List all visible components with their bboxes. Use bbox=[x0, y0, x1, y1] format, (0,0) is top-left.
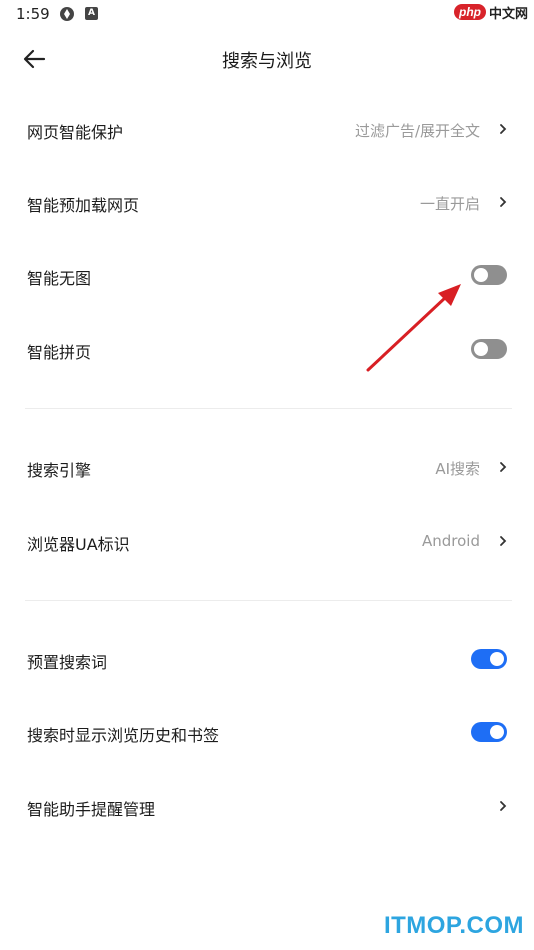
row-value: 一直开启 bbox=[419, 195, 480, 213]
row-label: 预置搜索词 bbox=[27, 653, 108, 672]
status-time: 1:59 bbox=[16, 5, 50, 23]
row-label: 智能预加载网页 bbox=[27, 196, 140, 215]
toggle-smart-page-merge[interactable] bbox=[471, 339, 507, 359]
chevron-right-icon bbox=[500, 801, 507, 811]
row-label: 搜索时显示浏览历史和书签 bbox=[27, 726, 220, 745]
toggle-knob bbox=[490, 652, 504, 666]
app-notification-icon: A bbox=[85, 7, 98, 20]
header: 搜索与浏览 bbox=[0, 34, 534, 84]
toggle-knob bbox=[490, 725, 504, 739]
row-web-smart-protection[interactable]: 网页智能保护 过滤广告/展开全文 bbox=[0, 105, 534, 155]
row-value: AI搜索 bbox=[435, 460, 480, 478]
row-smart-assistant-reminders[interactable]: 智能助手提醒管理 bbox=[0, 782, 534, 832]
row-label: 智能助手提醒管理 bbox=[27, 800, 156, 819]
page-title: 搜索与浏览 bbox=[222, 51, 312, 72]
row-value: Android bbox=[422, 532, 480, 550]
watermark-bottom: ITMOP.COM bbox=[383, 912, 524, 939]
chevron-right-icon bbox=[500, 124, 507, 134]
toggle-knob bbox=[474, 342, 488, 356]
row-label: 智能无图 bbox=[27, 269, 92, 288]
sync-icon bbox=[60, 7, 74, 21]
row-label: 浏览器UA标识 bbox=[27, 535, 130, 554]
chevron-right-icon bbox=[500, 462, 507, 472]
row-show-history-bookmarks: 搜索时显示浏览历史和书签 bbox=[0, 708, 534, 758]
site-watermark: php 中文网 bbox=[453, 0, 528, 24]
row-label: 智能拼页 bbox=[27, 343, 92, 362]
row-smart-page-merge: 智能拼页 bbox=[0, 325, 534, 375]
divider bbox=[25, 408, 512, 409]
row-label: 网页智能保护 bbox=[27, 123, 124, 142]
toggle-preset-search-words[interactable] bbox=[471, 649, 507, 669]
toggle-knob bbox=[474, 268, 488, 282]
row-value: 过滤广告/展开全文 bbox=[354, 122, 480, 140]
chevron-right-icon bbox=[500, 197, 507, 207]
watermark-php: php bbox=[453, 4, 486, 20]
row-preset-search-words: 预置搜索词 bbox=[0, 635, 534, 685]
row-label: 搜索引擎 bbox=[27, 461, 92, 480]
row-search-engine[interactable]: 搜索引擎 AI搜索 bbox=[0, 443, 534, 493]
toggle-smart-no-image[interactable] bbox=[471, 265, 507, 285]
toggle-show-history-bookmarks[interactable] bbox=[471, 722, 507, 742]
divider bbox=[25, 600, 512, 601]
watermark-cn: 中文网 bbox=[488, 6, 528, 22]
chevron-right-icon bbox=[500, 536, 507, 546]
row-smart-preload[interactable]: 智能预加载网页 一直开启 bbox=[0, 178, 534, 228]
row-browser-ua[interactable]: 浏览器UA标识 Android bbox=[0, 517, 534, 567]
row-smart-no-image: 智能无图 bbox=[0, 251, 534, 301]
